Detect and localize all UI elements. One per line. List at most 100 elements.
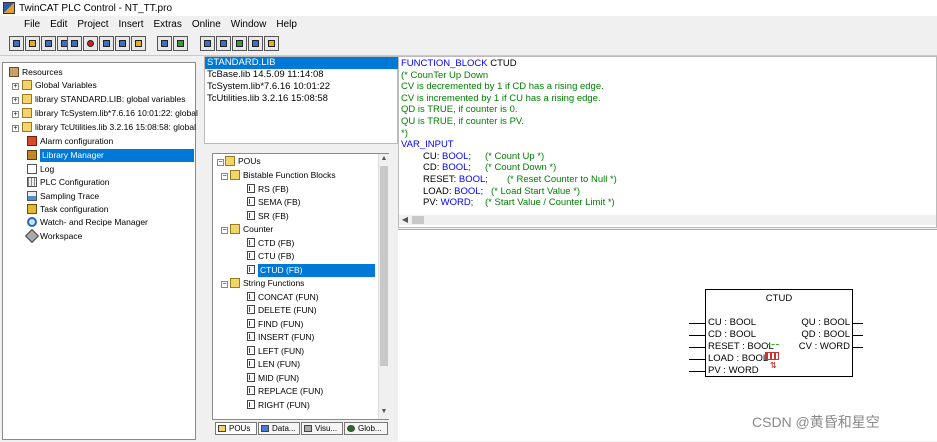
tree-item-workspace[interactable]: Workspace [24,228,82,244]
function-icon [247,373,255,382]
resources-panel: Resources + Global Variables + library S… [2,62,198,440]
pou-item-sema[interactable]: SEMA (FB) [247,196,301,209]
menu-extras[interactable]: Extras [149,19,187,30]
menu-project[interactable]: Project [72,19,113,30]
tree-root-pous[interactable]: POUs [225,155,261,168]
function-block-icon [247,251,255,260]
stop-button[interactable] [115,36,130,51]
expand-plus-icon[interactable]: + [12,111,19,118]
tab-visualizations[interactable]: Visu... [301,422,343,435]
tab-data-types[interactable]: Data... [258,422,300,435]
scroll-down-arrow-icon[interactable]: ▼ [379,408,389,415]
tree-item-plc-configuration[interactable]: PLC Configuration [27,176,109,189]
pou-item-find[interactable]: FIND (FUN) [247,318,303,331]
paste-button[interactable] [200,36,215,51]
find-button[interactable] [216,36,231,51]
task-icon [27,204,37,214]
tree-item-tcutilities-globals[interactable]: library TcUtilities.lib 3.2.16 15:08:58:… [22,121,196,134]
code-horizontal-scrollbar[interactable]: ◀ [399,215,936,225]
library-tcutilities[interactable]: TcUtilities.lib 3.2.16 15:08:58 [207,93,328,105]
ctud-function-block[interactable]: CTUD CU : BOOL CD : BOOL RESET : BOOL LO… [705,289,853,377]
resources-tab-icon [347,425,355,432]
tree-item-library-manager[interactable]: Library Manager [27,149,195,162]
menu-help[interactable]: Help [271,19,302,30]
find-next-button[interactable] [232,36,247,51]
pou-item-right[interactable]: RIGHT (FUN) [247,399,310,412]
save-button[interactable] [41,36,56,51]
function-icon [247,346,255,355]
tree-item-tcsystem-globals[interactable]: library TcSystem.lib*7.6.16 10:01:22: gl… [22,107,198,120]
tree-group-bistable[interactable]: Bistable Function Blocks [230,169,336,182]
collapse-minus-icon[interactable]: − [217,159,224,166]
pou-item-left[interactable]: LEFT (FUN) [247,345,304,358]
pou-item-ctd[interactable]: CTD (FB) [247,237,294,250]
menu-insert[interactable]: Insert [113,19,148,30]
tab-resources[interactable]: Glob... [344,422,388,435]
declaration-editor[interactable]: FUNCTION_BLOCK CTUD (* CounTer Up Down C… [398,56,937,228]
pou-item-mid[interactable]: MID (FUN) [247,372,299,385]
tree-item-global-variables[interactable]: Global Variables [22,79,97,92]
menu-edit[interactable]: Edit [45,19,72,30]
scroll-left-arrow-icon[interactable]: ◀ [400,215,410,225]
pou-item-ctu[interactable]: CTU (FB) [247,250,294,263]
input-assistant-button[interactable] [264,36,279,51]
open-file-button[interactable] [25,36,40,51]
pou-item-sr[interactable]: SR (FB) [247,210,289,223]
expand-plus-icon[interactable]: + [12,97,19,104]
menu-online[interactable]: Online [187,19,226,30]
replace-button[interactable] [248,36,263,51]
tree-item-sampling-trace[interactable]: Sampling Trace [27,190,99,203]
cut-button[interactable] [157,36,172,51]
function-icon [247,359,255,368]
copy-button[interactable] [173,36,188,51]
scrollbar-thumb[interactable] [380,166,388,366]
code-var-line: CU: BOOL; [423,150,472,162]
pou-item-insert[interactable]: INSERT (FUN) [247,331,314,344]
code-var-comment: (* Reset Counter to Null *) [507,174,617,185]
pou-tree-scrollbar[interactable]: ▲ ▼ [378,154,389,419]
logout-button[interactable] [83,36,98,51]
folder-icon [22,122,32,132]
tree-item-standard-lib-globals[interactable]: library STANDARD.LIB: global variables [22,93,186,106]
collapse-minus-icon[interactable]: − [221,227,228,234]
document-menu-icon[interactable] [4,19,15,30]
new-file-button[interactable] [9,36,24,51]
library-tcsystem[interactable]: TcSystem.lib*7.6.16 10:01:22 [207,81,330,93]
pou-item-delete[interactable]: DELETE (FUN) [247,304,317,317]
pou-item-concat[interactable]: CONCAT (FUN) [247,291,319,304]
code-comment-line: CV is decremented by 1 if CD has a risin… [401,81,604,93]
menu-window[interactable]: Window [226,19,272,30]
step-button[interactable] [131,36,146,51]
tree-item-log[interactable]: Log [27,163,54,176]
pou-item-len[interactable]: LEN (FUN) [247,358,300,371]
scrollbar-thumb[interactable] [412,216,424,224]
code-var-comment: (* Count Down *) [485,162,557,174]
code-var-comment: (* Load Start Value *) [491,185,581,197]
code-var-comment: (* Count Up *) [485,150,545,162]
pou-item-rs[interactable]: RS (FB) [247,183,289,196]
fb-input-load: LOAD : BOOL [708,353,769,364]
tree-group-counter[interactable]: Counter [230,223,273,236]
tree-item-task-configuration[interactable]: Task configuration [27,203,109,216]
tree-root-resources[interactable]: Resources [9,66,63,79]
library-tcbase[interactable]: TcBase.lib 14.5.09 11:14:08 [207,69,324,81]
library-standard[interactable]: STANDARD.LIB [205,57,399,69]
pou-item-ctud[interactable]: CTUD (FB) [247,264,375,277]
expand-plus-icon[interactable]: + [12,125,19,132]
menu-file[interactable]: File [19,19,45,30]
pou-item-replace[interactable]: REPLACE (FUN) [247,385,323,398]
tree-group-string-functions[interactable]: String Functions [230,277,304,290]
scroll-up-arrow-icon[interactable]: ▲ [379,155,389,162]
fb-output-cv: CV : WORD [798,341,850,352]
twincat-app-icon [3,2,15,14]
collapse-minus-icon[interactable]: − [221,281,228,288]
tab-pous[interactable]: POUs [215,422,257,435]
tree-item-watch-recipe-manager[interactable]: Watch- and Recipe Manager [27,216,148,229]
tree-item-alarm-configuration[interactable]: Alarm configuration [27,135,113,148]
toolbar [0,33,937,56]
expand-plus-icon[interactable]: + [12,83,19,90]
pin-cu [689,323,705,324]
collapse-minus-icon[interactable]: − [221,173,228,180]
run-button[interactable] [99,36,114,51]
login-button[interactable] [67,36,82,51]
